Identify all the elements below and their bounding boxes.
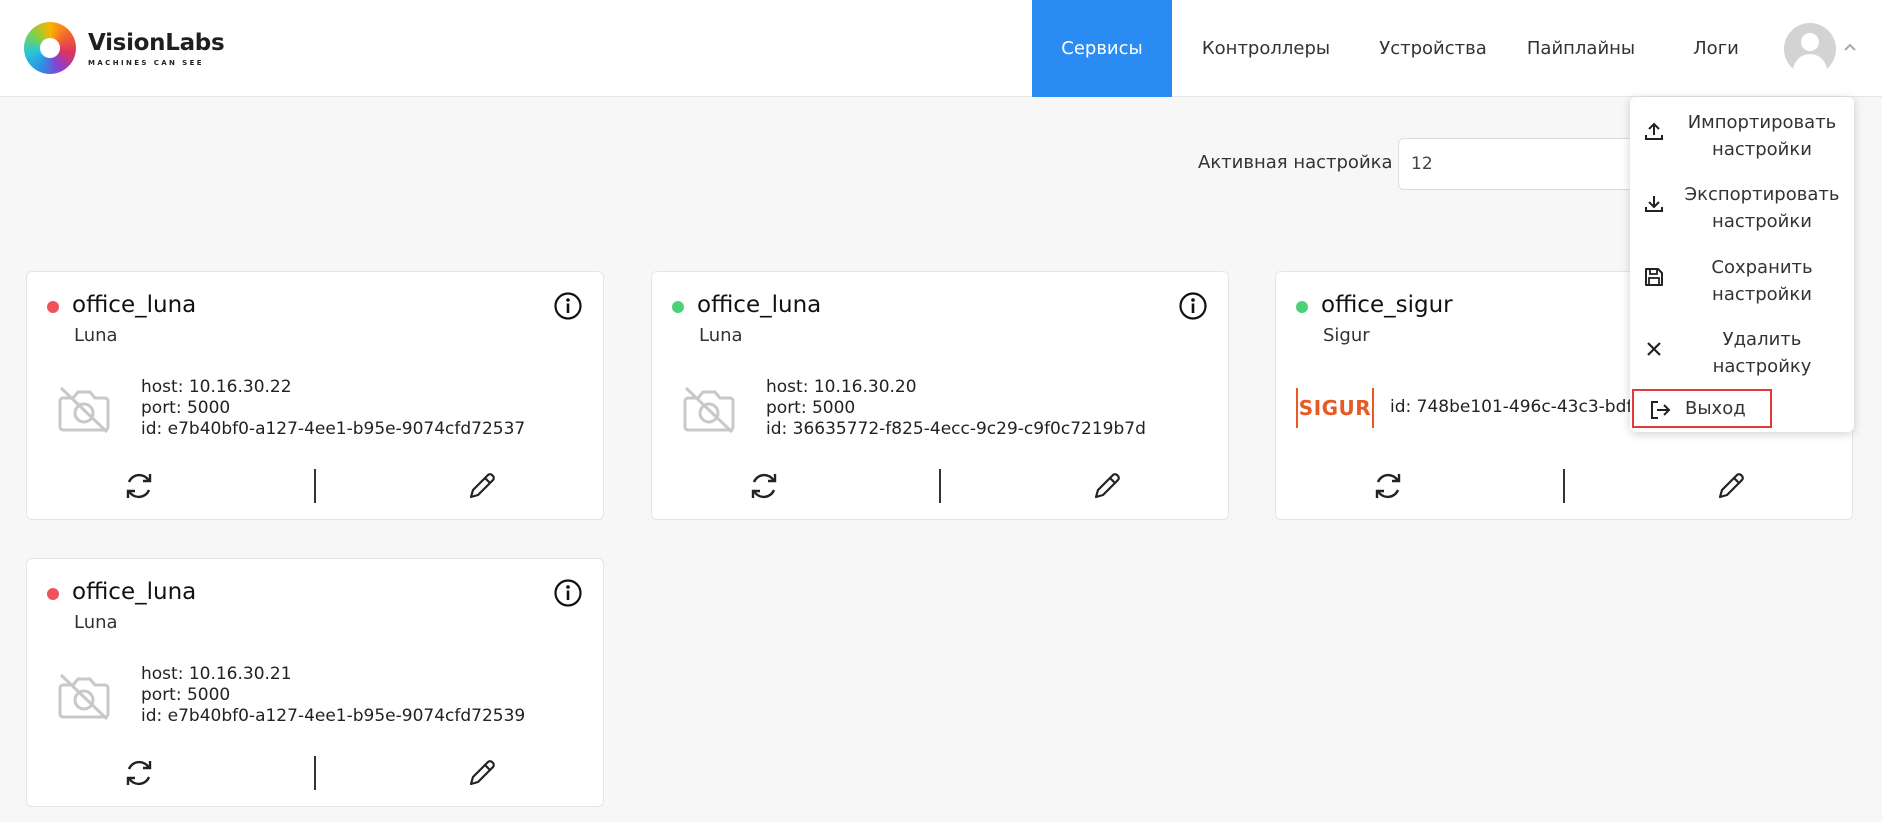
nav-item-label: Контроллеры bbox=[1201, 38, 1331, 59]
nav-item-pipelines[interactable]: Пайплайны bbox=[1506, 0, 1656, 97]
active-setting-select[interactable]: 12 bbox=[1398, 138, 1658, 190]
service-id: id: 748be101-496c-43c3-bdfe bbox=[1390, 397, 1643, 417]
nav-item-label: Логи bbox=[1693, 38, 1739, 59]
nav-item-label: Пайплайны bbox=[1526, 38, 1636, 59]
card-divider bbox=[314, 469, 316, 503]
top-header: VisionLabs MACHINES CAN SEE Сервисы Конт… bbox=[0, 0, 1882, 97]
service-type: Luna bbox=[74, 325, 118, 346]
logo-mark-icon bbox=[24, 22, 76, 74]
camera-off-icon bbox=[683, 386, 735, 434]
edit-icon[interactable] bbox=[1091, 470, 1123, 502]
refresh-icon[interactable] bbox=[1371, 469, 1405, 503]
menu-item-label: Выход bbox=[1685, 398, 1746, 419]
service-host: host: 10.16.30.22 bbox=[141, 377, 292, 397]
menu-item-save-settings[interactable]: Сохранить настройки bbox=[1630, 245, 1854, 313]
nav-item-controllers[interactable]: Контроллеры bbox=[1172, 0, 1360, 97]
nav-item-services[interactable]: Сервисы bbox=[1032, 0, 1172, 97]
card-divider bbox=[314, 756, 316, 790]
info-icon[interactable] bbox=[1178, 291, 1208, 321]
menu-item-export-settings[interactable]: Экспортировать настройки bbox=[1630, 172, 1854, 240]
brand-tagline: MACHINES CAN SEE bbox=[88, 58, 204, 67]
service-port: port: 5000 bbox=[141, 685, 231, 705]
nav-item-label: Сервисы bbox=[1061, 38, 1143, 59]
close-icon bbox=[1647, 342, 1661, 356]
service-host: host: 10.16.30.21 bbox=[141, 664, 292, 684]
edit-icon[interactable] bbox=[466, 757, 498, 789]
edit-icon[interactable] bbox=[466, 470, 498, 502]
service-card: office_luna Luna host: 10.16.30.21 port:… bbox=[26, 558, 604, 807]
service-type: Luna bbox=[74, 612, 118, 633]
menu-item-label: Экспортировать настройки bbox=[1684, 184, 1840, 232]
service-name: office_luna bbox=[72, 579, 197, 605]
active-setting-label: Активная настройка bbox=[1198, 152, 1393, 173]
card-divider bbox=[1563, 469, 1565, 503]
service-host: host: 10.16.30.20 bbox=[766, 377, 917, 397]
user-dropdown-menu: Импортировать настройки Экспортировать н… bbox=[1630, 97, 1854, 432]
service-type: Sigur bbox=[1323, 325, 1370, 346]
main-nav: Сервисы Контроллеры Устройства Пайплайны… bbox=[1032, 0, 1776, 97]
camera-off-icon bbox=[58, 386, 110, 434]
status-dot bbox=[47, 301, 59, 313]
save-icon bbox=[1645, 268, 1663, 286]
service-type: Luna bbox=[699, 325, 743, 346]
service-id: id: e7b40bf0-a127-4ee1-b95e-9074cfd72537 bbox=[141, 419, 526, 439]
camera-off-icon bbox=[58, 673, 110, 721]
logout-icon bbox=[1651, 401, 1671, 419]
refresh-icon[interactable] bbox=[122, 756, 156, 790]
service-port: port: 5000 bbox=[766, 398, 856, 418]
nav-item-label: Устройства bbox=[1379, 38, 1487, 59]
menu-item-label: Сохранить настройки bbox=[1711, 257, 1813, 305]
service-port: port: 5000 bbox=[141, 398, 231, 418]
menu-item-import-settings[interactable]: Импортировать настройки bbox=[1630, 100, 1854, 168]
nav-item-devices[interactable]: Устройства bbox=[1360, 0, 1506, 97]
menu-item-label: Удалить настройку bbox=[1712, 329, 1812, 377]
download-icon bbox=[1645, 196, 1663, 212]
card-divider bbox=[939, 469, 941, 503]
chevron-up-icon[interactable] bbox=[1843, 42, 1857, 52]
visionlabs-logo[interactable]: VisionLabs MACHINES CAN SEE bbox=[24, 22, 225, 74]
edit-icon[interactable] bbox=[1715, 470, 1747, 502]
status-dot bbox=[1296, 301, 1308, 313]
user-avatar-icon[interactable] bbox=[1784, 23, 1836, 75]
menu-item-logout[interactable]: Выход bbox=[1632, 389, 1772, 428]
service-details: host: 10.16.30.22 port: 5000 id: e7b40bf… bbox=[141, 377, 525, 440]
service-details: host: 10.16.30.21 port: 5000 id: e7b40bf… bbox=[141, 664, 525, 727]
upload-icon bbox=[1645, 122, 1663, 140]
refresh-icon[interactable] bbox=[747, 469, 781, 503]
brand-name: VisionLabs bbox=[88, 29, 225, 56]
service-card: office_luna Luna host: 10.16.30.20 port:… bbox=[651, 271, 1229, 520]
sigur-logo: SIGUR bbox=[1296, 388, 1374, 428]
status-dot bbox=[672, 301, 684, 313]
info-icon[interactable] bbox=[553, 291, 583, 321]
info-icon[interactable] bbox=[553, 578, 583, 608]
service-id: id: e7b40bf0-a127-4ee1-b95e-9074cfd72539 bbox=[141, 706, 526, 726]
refresh-icon[interactable] bbox=[122, 469, 156, 503]
service-name: office_sigur bbox=[1321, 292, 1453, 318]
nav-item-logs[interactable]: Логи bbox=[1656, 0, 1776, 97]
status-dot bbox=[47, 588, 59, 600]
logo-text: VisionLabs MACHINES CAN SEE bbox=[88, 29, 225, 67]
menu-item-delete-setting[interactable]: Удалить настройку bbox=[1630, 317, 1854, 385]
service-card: office_luna Luna host: 10.16.30.22 port:… bbox=[26, 271, 604, 520]
menu-item-label: Импортировать настройки bbox=[1687, 112, 1837, 160]
service-name: office_luna bbox=[697, 292, 822, 318]
service-id: id: 36635772-f825-4ecc-9c29-c9f0c7219b7d bbox=[766, 419, 1146, 439]
service-name: office_luna bbox=[72, 292, 197, 318]
service-details: host: 10.16.30.20 port: 5000 id: 3663577… bbox=[766, 377, 1146, 440]
